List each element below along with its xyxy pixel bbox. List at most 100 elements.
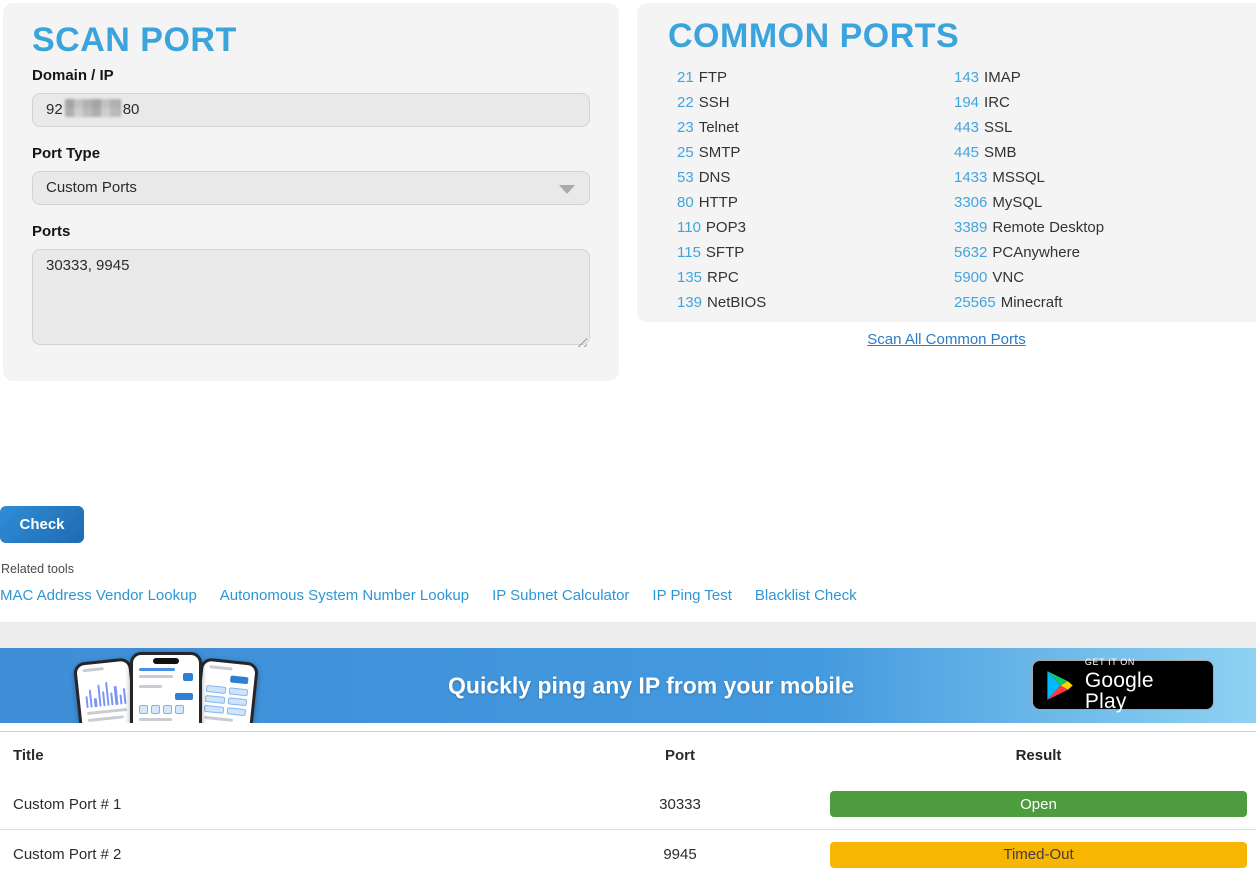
google-play-icon: [1045, 669, 1075, 702]
common-port-number: 3306: [954, 194, 987, 211]
common-port-number: 1433: [954, 169, 987, 186]
common-port-name: HTTP: [699, 194, 738, 211]
related-tool-link[interactable]: Autonomous System Number Lookup: [220, 587, 469, 604]
common-port-item: 115 SFTP: [677, 240, 766, 265]
common-ports-title: COMMON PORTS: [668, 17, 959, 56]
common-port-item: 22 SSH: [677, 90, 766, 115]
scan-port-title: SCAN PORT: [32, 21, 237, 60]
common-port-item: 25565 Minecraft: [954, 290, 1104, 315]
banner-headline: Quickly ping any IP from your mobile: [448, 672, 854, 699]
common-port-item: 25 SMTP: [677, 140, 766, 165]
scan-port-card: SCAN PORT Domain / IP 92 80 Port Type Cus…: [3, 3, 619, 381]
results-header-row: Title Port Result: [0, 732, 1256, 779]
footer-divider-strip: [0, 622, 1256, 648]
common-port-name: FTP: [699, 69, 727, 86]
ports-textarea[interactable]: 30333, 9945: [32, 249, 590, 345]
common-port-item: 194 IRC: [954, 90, 1104, 115]
common-port-item: 445 SMB: [954, 140, 1104, 165]
google-play-get-it-on: GET IT ON: [1085, 658, 1201, 667]
common-port-item: 5632 PCAnywhere: [954, 240, 1104, 265]
common-port-item: 3306 MySQL: [954, 190, 1104, 215]
domain-value-end: 80: [123, 101, 140, 118]
common-port-name: SSH: [699, 94, 730, 111]
result-row: Custom Port # 29945 Timed-Out: [0, 829, 1256, 875]
common-port-name: VNC: [992, 269, 1024, 286]
header-title: Title: [0, 747, 560, 764]
result-status-cell: Timed-Out: [800, 842, 1256, 868]
common-port-item: 1433 MSSQL: [954, 165, 1104, 190]
related-tools-label: Related tools: [1, 562, 74, 576]
result-port: 30333: [560, 796, 800, 813]
related-tool-link[interactable]: IP Subnet Calculator: [492, 587, 629, 604]
common-port-name: IRC: [984, 94, 1010, 111]
domain-ip-label: Domain / IP: [32, 67, 114, 84]
common-port-name: DNS: [699, 169, 731, 186]
common-port-item: 53 DNS: [677, 165, 766, 190]
header-result: Result: [800, 747, 1256, 764]
common-port-name: PCAnywhere: [992, 244, 1080, 261]
common-ports-right-column: 143IMAP 194 IRC 443 SSL 445 SMB 1433 MSSQL 3306 My…: [954, 65, 1104, 315]
result-title: Custom Port # 1: [0, 796, 560, 813]
result-title: Custom Port # 2: [0, 846, 560, 863]
redacted-ip-segment: [65, 99, 121, 117]
common-port-number: 21: [677, 69, 694, 86]
related-tool-link[interactable]: MAC Address Vendor Lookup: [0, 587, 197, 604]
common-port-number: 110: [677, 219, 701, 236]
common-port-number: 22: [677, 94, 694, 111]
common-port-name: RPC: [707, 269, 739, 286]
common-port-name: MSSQL: [992, 169, 1045, 186]
common-port-number: 53: [677, 169, 694, 186]
common-port-number: 5632: [954, 244, 987, 261]
common-port-item: 135 RPC: [677, 265, 766, 290]
domain-input[interactable]: 92 80: [32, 93, 590, 127]
common-port-number: 25565: [954, 294, 996, 311]
common-port-number: 445: [954, 144, 979, 161]
common-port-name: SSL: [984, 119, 1012, 136]
common-port-number: 135: [677, 269, 702, 286]
common-port-number: 3389: [954, 219, 987, 236]
common-port-name: POP3: [706, 219, 746, 236]
port-type-select[interactable]: Custom Ports: [32, 171, 590, 205]
common-port-number: 194: [954, 94, 979, 111]
common-port-item: 110 POP3: [677, 215, 766, 240]
common-port-number: 5900: [954, 269, 987, 286]
common-port-name: SFTP: [706, 244, 744, 261]
common-port-number: 23: [677, 119, 694, 136]
common-port-number: 80: [677, 194, 694, 211]
result-status-badge: Timed-Out: [830, 842, 1247, 868]
common-port-item: 23 Telnet: [677, 115, 766, 140]
header-port: Port: [560, 747, 800, 764]
common-port-item: 21 FTP: [677, 65, 766, 90]
phone-mockup-center: [130, 652, 202, 723]
common-port-number: 115: [677, 244, 701, 261]
common-ports-left-column: 21 FTP 22 SSH 23 Telnet 25 SMTP 53 DNS 80 HTTP 110 PO…: [677, 65, 766, 315]
common-port-number: 139: [677, 294, 702, 311]
common-port-item: 139NetBIOS: [677, 290, 766, 315]
common-port-name: MySQL: [992, 194, 1042, 211]
common-port-item: 3389Remote Desktop: [954, 215, 1104, 240]
common-port-number: 25: [677, 144, 694, 161]
related-tool-link[interactable]: Blacklist Check: [755, 587, 857, 604]
google-play-badge[interactable]: GET IT ON Google Play: [1032, 660, 1214, 710]
common-ports-card: COMMON PORTS 21 FTP 22 SSH 23 Telnet 25 SMTP 53 D…: [637, 3, 1256, 322]
common-port-number: 143: [954, 69, 979, 86]
domain-value-start: 92: [46, 101, 63, 118]
common-port-number: 443: [954, 119, 979, 136]
related-tools-links: MAC Address Vendor Lookup Autonomous Syst…: [0, 587, 857, 604]
port-type-label: Port Type: [32, 145, 100, 162]
google-play-label: Google Play: [1085, 670, 1201, 712]
common-port-item: 143IMAP: [954, 65, 1104, 90]
result-status-cell: Open: [800, 791, 1256, 817]
common-port-name: Minecraft: [1001, 294, 1063, 311]
common-port-name: Telnet: [699, 119, 739, 136]
common-port-item: 5900 VNC: [954, 265, 1104, 290]
related-tool-link[interactable]: IP Ping Test: [652, 587, 732, 604]
common-port-name: SMTP: [699, 144, 741, 161]
ports-label: Ports: [32, 223, 70, 240]
port-type-value: Custom Ports: [46, 179, 137, 196]
check-button[interactable]: Check: [0, 506, 84, 543]
scan-all-common-ports-link[interactable]: Scan All Common Ports: [867, 331, 1025, 348]
result-port: 9945: [560, 846, 800, 863]
common-port-name: SMB: [984, 144, 1017, 161]
result-status-badge: Open: [830, 791, 1247, 817]
